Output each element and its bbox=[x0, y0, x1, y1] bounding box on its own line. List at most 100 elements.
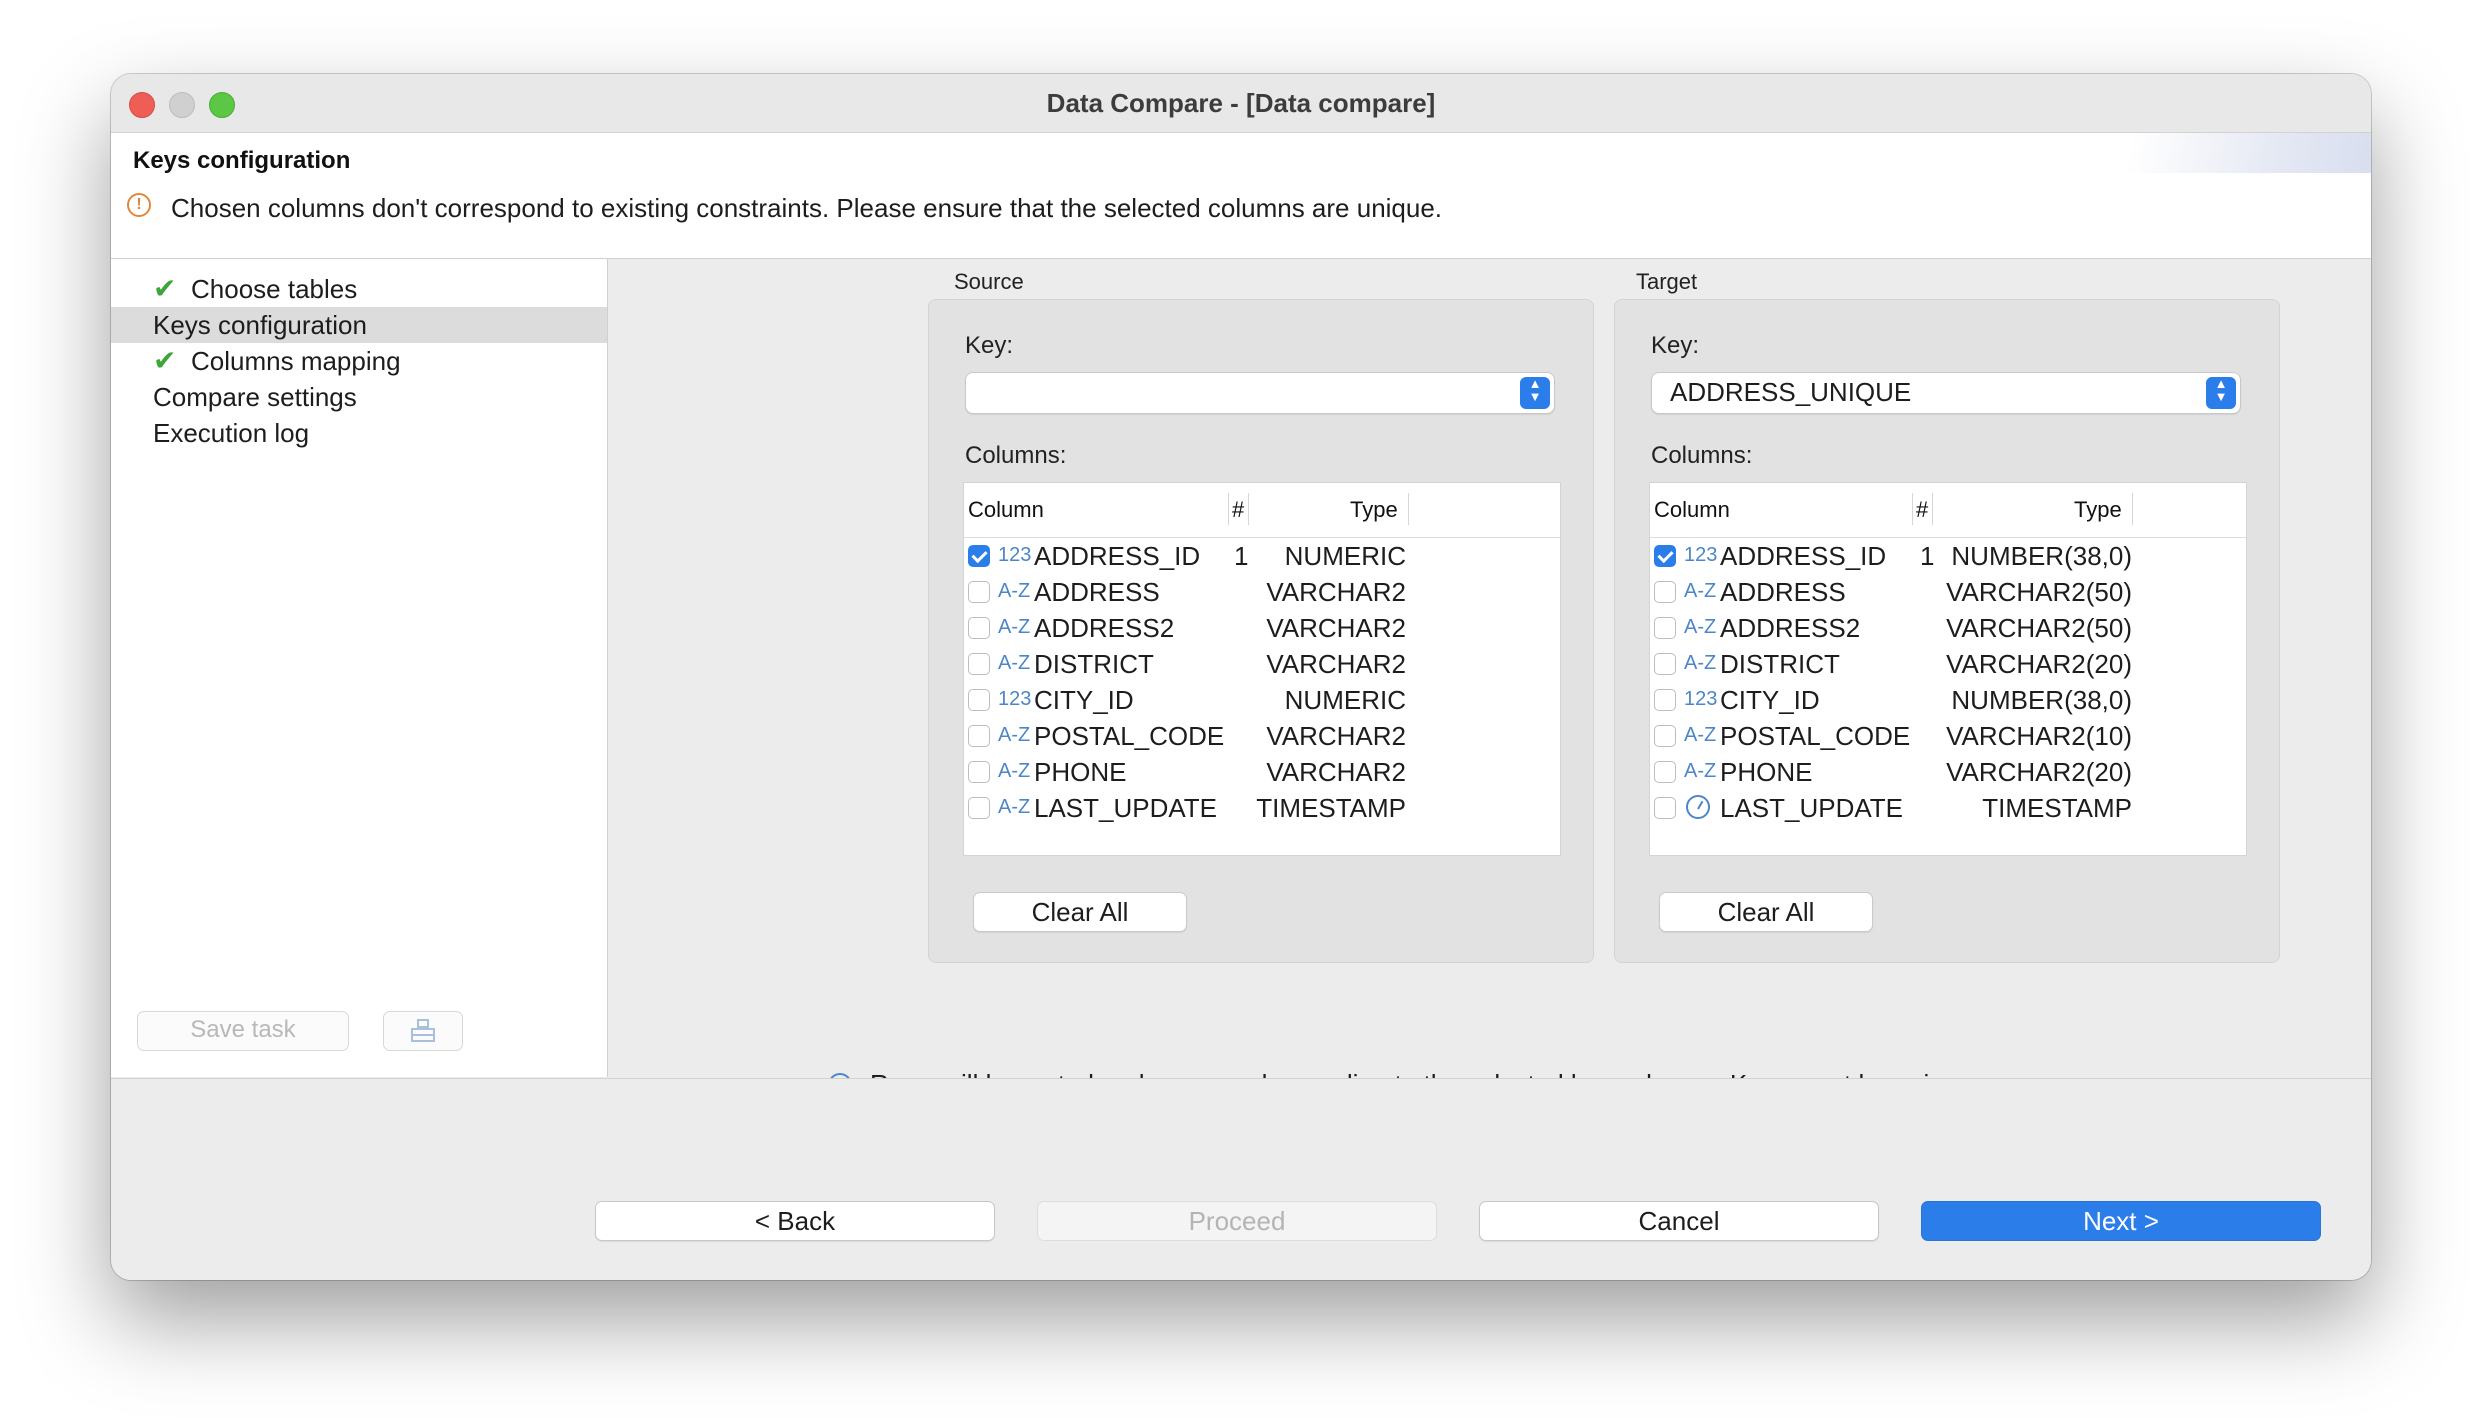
key-column-checkbox[interactable] bbox=[1654, 653, 1676, 675]
title-bar: Data Compare - [Data compare] bbox=[111, 74, 2371, 133]
table-row[interactable]: A-Z PHONE VARCHAR2(20) bbox=[1650, 755, 2246, 791]
column-header-num[interactable]: # bbox=[1916, 497, 1928, 523]
key-column-checkbox[interactable] bbox=[1654, 761, 1676, 783]
back-button[interactable]: < Back bbox=[595, 1201, 995, 1241]
column-name: DISTRICT bbox=[1034, 649, 1154, 679]
table-row[interactable]: 123 CITY_ID NUMERIC bbox=[964, 683, 1560, 719]
key-column-checkbox[interactable] bbox=[1654, 617, 1676, 639]
key-column-checkbox[interactable] bbox=[1654, 581, 1676, 603]
source-key-select[interactable]: ▲ ▼ bbox=[965, 372, 1555, 414]
column-name: ADDRESS2 bbox=[1034, 613, 1175, 643]
save-task-button[interactable]: Save task bbox=[137, 1011, 349, 1051]
column-divider[interactable] bbox=[1408, 493, 1409, 525]
checkmark-icon: ✔ bbox=[153, 273, 177, 304]
column-divider[interactable] bbox=[1932, 493, 1933, 525]
key-column-checkbox[interactable] bbox=[968, 617, 990, 639]
key-column-checkbox[interactable] bbox=[968, 689, 990, 711]
sidebar-item-compare-settings[interactable]: Compare settings bbox=[111, 379, 607, 415]
table-row[interactable]: 123 ADDRESS_ID 1 NUMERIC bbox=[964, 539, 1560, 575]
key-column-checkbox[interactable] bbox=[968, 653, 990, 675]
source-columns-table: Column # Type 123 ADDRESS_ID 1 NUMERIC A-Z AD… bbox=[963, 482, 1561, 856]
key-order-number: 1 bbox=[1920, 541, 1935, 571]
key-column-checkbox[interactable] bbox=[1654, 545, 1676, 567]
sidebar-item-label: Execution log bbox=[153, 418, 310, 448]
column-name: ADDRESS_ID bbox=[1034, 541, 1201, 571]
key-column-checkbox[interactable] bbox=[968, 545, 990, 567]
timestamp-type-icon bbox=[1686, 795, 1710, 819]
table-row[interactable]: LAST_UPDATE TIMESTAMP bbox=[1650, 791, 2246, 827]
next-button[interactable]: Next > bbox=[1921, 1201, 2321, 1241]
table-row[interactable]: 123 ADDRESS_ID 1 NUMBER(38,0) bbox=[1650, 539, 2246, 575]
column-header-column[interactable]: Column bbox=[1654, 497, 1730, 523]
column-header-column[interactable]: Column bbox=[968, 497, 1044, 523]
table-row[interactable]: A-Z DISTRICT VARCHAR2(20) bbox=[1650, 647, 2246, 683]
target-key-value: ADDRESS_UNIQUE bbox=[1670, 377, 1912, 407]
column-type: VARCHAR2 bbox=[1266, 721, 1406, 751]
column-divider[interactable] bbox=[1248, 493, 1249, 525]
warning-icon: ! bbox=[127, 193, 151, 217]
proceed-button[interactable]: Proceed bbox=[1037, 1201, 1437, 1241]
column-header-type[interactable]: Type bbox=[2074, 497, 2122, 523]
key-column-checkbox[interactable] bbox=[1654, 725, 1676, 747]
numeric-type-icon: 123 bbox=[998, 688, 1032, 710]
table-row[interactable]: A-Z ADDRESS2 VARCHAR2(50) bbox=[1650, 611, 2246, 647]
column-type: VARCHAR2 bbox=[1266, 577, 1406, 607]
target-key-select[interactable]: ADDRESS_UNIQUE ▲ ▼ bbox=[1651, 372, 2241, 414]
text-type-icon: A-Z bbox=[998, 760, 1031, 782]
column-divider[interactable] bbox=[1912, 493, 1913, 525]
column-header-num[interactable]: # bbox=[1232, 497, 1244, 523]
column-type: VARCHAR2 bbox=[1266, 757, 1406, 787]
key-column-checkbox[interactable] bbox=[968, 797, 990, 819]
column-divider[interactable] bbox=[1228, 493, 1229, 525]
column-divider[interactable] bbox=[2132, 493, 2133, 525]
column-header-type[interactable]: Type bbox=[1350, 497, 1398, 523]
table-row[interactable]: A-Z POSTAL_CODE VARCHAR2 bbox=[964, 719, 1560, 755]
wizard-footer: < Back Proceed Cancel Next > bbox=[111, 1078, 2371, 1280]
table-row[interactable]: A-Z ADDRESS2 VARCHAR2 bbox=[964, 611, 1560, 647]
sidebar-item-label: Keys configuration bbox=[153, 310, 367, 340]
column-name: ADDRESS bbox=[1034, 577, 1160, 607]
table-row[interactable]: A-Z PHONE VARCHAR2 bbox=[964, 755, 1560, 791]
column-type: TIMESTAMP bbox=[1256, 793, 1406, 823]
column-type: VARCHAR2(10) bbox=[1946, 721, 2132, 751]
column-name: POSTAL_CODE bbox=[1034, 721, 1225, 751]
key-column-checkbox[interactable] bbox=[968, 725, 990, 747]
table-row[interactable]: A-Z DISTRICT VARCHAR2 bbox=[964, 647, 1560, 683]
column-type: VARCHAR2(50) bbox=[1946, 577, 2132, 607]
column-type: NUMBER(38,0) bbox=[1951, 541, 2132, 571]
task-settings-button[interactable] bbox=[383, 1011, 463, 1051]
cancel-button[interactable]: Cancel bbox=[1479, 1201, 1879, 1241]
checkmark-icon: ✔ bbox=[153, 345, 177, 376]
sidebar-item-keys-configuration[interactable]: Keys configuration bbox=[111, 307, 607, 343]
target-clear-all-button[interactable]: Clear All bbox=[1659, 892, 1873, 932]
text-type-icon: A-Z bbox=[998, 724, 1031, 746]
column-type: VARCHAR2(50) bbox=[1946, 613, 2132, 643]
key-column-checkbox[interactable] bbox=[968, 581, 990, 603]
sidebar-item-choose-tables[interactable]: ✔ Choose tables bbox=[111, 271, 607, 307]
key-column-checkbox[interactable] bbox=[1654, 797, 1676, 819]
key-column-checkbox[interactable] bbox=[1654, 689, 1676, 711]
data-compare-window: Data Compare - [Data compare] Keys confi… bbox=[111, 74, 2371, 1280]
table-header: Column # Type bbox=[964, 483, 1560, 538]
column-name: DISTRICT bbox=[1720, 649, 1840, 679]
column-name: POSTAL_CODE bbox=[1720, 721, 1911, 751]
text-type-icon: A-Z bbox=[1684, 724, 1717, 746]
numeric-type-icon: 123 bbox=[1684, 544, 1718, 566]
table-row[interactable]: A-Z POSTAL_CODE VARCHAR2(10) bbox=[1650, 719, 2246, 755]
table-row[interactable]: 123 CITY_ID NUMBER(38,0) bbox=[1650, 683, 2246, 719]
key-column-checkbox[interactable] bbox=[968, 761, 990, 783]
source-clear-all-button[interactable]: Clear All bbox=[973, 892, 1187, 932]
sidebar-item-execution-log[interactable]: Execution log bbox=[111, 415, 607, 451]
task-icon bbox=[411, 1019, 435, 1042]
source-key-label: Key: bbox=[965, 332, 1014, 359]
column-name: ADDRESS bbox=[1720, 577, 1846, 607]
column-type: VARCHAR2(20) bbox=[1946, 649, 2132, 679]
column-type: VARCHAR2 bbox=[1266, 649, 1406, 679]
sidebar-item-columns-mapping[interactable]: ✔ Columns mapping bbox=[111, 343, 607, 379]
table-row[interactable]: A-Z ADDRESS VARCHAR2 bbox=[964, 575, 1560, 611]
column-name: CITY_ID bbox=[1034, 685, 1134, 715]
table-row[interactable]: A-Z LAST_UPDATE TIMESTAMP bbox=[964, 791, 1560, 827]
table-row[interactable]: A-Z ADDRESS VARCHAR2(50) bbox=[1650, 575, 2246, 611]
keys-configuration-panel: Source Key: ▲ ▼ Columns: Column # Type 12… bbox=[616, 259, 2371, 1099]
numeric-type-icon: 123 bbox=[1684, 688, 1718, 710]
